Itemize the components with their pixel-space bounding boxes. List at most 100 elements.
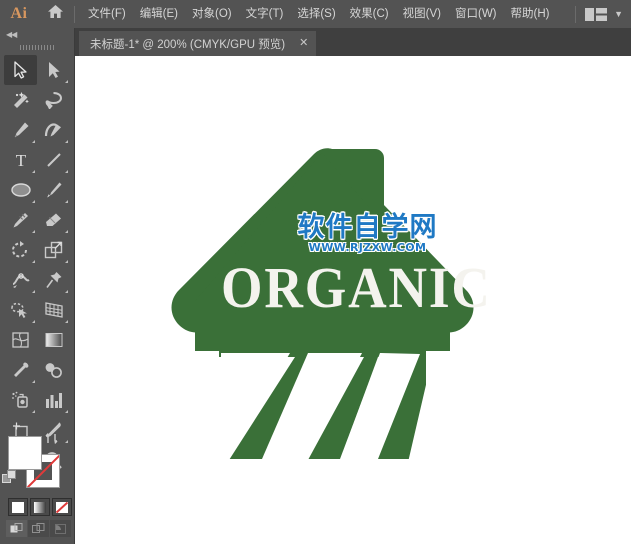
menu-bar: Ai 文件(F) 编辑(E) 对象(O) 文字(T) 选择(S) 效果(C) 视… [0, 0, 631, 28]
organic-house-logo-artwork[interactable]: ORGANIC [150, 141, 495, 486]
tool-group-indicator [65, 320, 68, 323]
tool-group-indicator [65, 290, 68, 293]
perspective-grid-tool[interactable] [37, 295, 70, 325]
tool-group-indicator [32, 200, 35, 203]
mesh-icon [11, 331, 30, 349]
illustrator-window: Ai 文件(F) 编辑(E) 对象(O) 文字(T) 选择(S) 效果(C) 视… [0, 0, 631, 544]
blend-tool[interactable] [37, 355, 70, 385]
eraser-icon [44, 211, 63, 229]
rotate-tool[interactable] [4, 235, 37, 265]
arrow-solid-outline-icon [13, 61, 29, 79]
swap-fill-stroke-icon[interactable] [45, 432, 58, 448]
organic-wordmark: ORGANIC [221, 259, 428, 317]
fill-swatch[interactable] [8, 436, 42, 470]
mesh-tool[interactable] [4, 325, 37, 355]
menu-file[interactable]: 文件(F) [81, 0, 133, 28]
lasso-icon [44, 91, 63, 109]
tool-group-indicator [32, 170, 35, 173]
document-tab-bar: 未标题-1* @ 200% (CMYK/GPU 预览) ✕ [75, 28, 631, 56]
gradient-icon [44, 332, 64, 348]
pen-icon [12, 121, 30, 139]
selection-tool[interactable] [4, 55, 37, 85]
draw-behind-button[interactable] [28, 520, 49, 537]
menu-select[interactable]: 选择(S) [290, 0, 342, 28]
scale-tool[interactable] [37, 235, 70, 265]
gradient-icon [34, 502, 46, 513]
tool-group-indicator [65, 80, 68, 83]
shaper-blob-brush-tool[interactable] [4, 205, 37, 235]
ellipse-tool[interactable] [4, 175, 37, 205]
paintbrush-tool[interactable] [37, 175, 70, 205]
home-icon [47, 4, 64, 24]
blob-brush-icon [11, 211, 31, 229]
width-tool[interactable] [4, 265, 37, 295]
tool-group-indicator [65, 230, 68, 233]
arrow-solid-icon [47, 61, 61, 79]
curvature-icon [44, 121, 63, 139]
gradient-tool[interactable] [37, 325, 70, 355]
menu-edit[interactable]: 编辑(E) [133, 0, 185, 28]
document-tab[interactable]: 未标题-1* @ 200% (CMYK/GPU 预览) ✕ [79, 31, 316, 56]
magic-wand-tool[interactable] [4, 85, 37, 115]
tool-group-indicator [65, 410, 68, 413]
menu-type[interactable]: 文字(T) [239, 0, 291, 28]
tool-group-indicator [32, 140, 35, 143]
shape-builder-tool[interactable] [4, 295, 37, 325]
symbol-sprayer-tool[interactable] [4, 385, 37, 415]
fill-stroke-controls [0, 428, 74, 498]
color-mode-buttons [8, 498, 72, 516]
type-tool[interactable]: T [4, 145, 37, 175]
app-logo: Ai [0, 0, 38, 28]
tool-group-indicator [65, 140, 68, 143]
draw-normal-button[interactable] [6, 520, 27, 537]
color-mode-button[interactable] [8, 498, 28, 516]
gradient-mode-button[interactable] [30, 498, 50, 516]
line-segment-tool[interactable] [37, 145, 70, 175]
drawing-mode-buttons [6, 520, 71, 537]
tool-group-indicator [32, 230, 35, 233]
draw-inside-icon [54, 523, 67, 535]
draw-inside-button[interactable] [50, 520, 71, 537]
tools-panel: ◀◀ [0, 28, 75, 544]
draw-behind-icon [32, 523, 45, 535]
chevron-down-icon[interactable]: ▼ [614, 9, 623, 19]
tool-group-indicator [65, 200, 68, 203]
menu-window[interactable]: 窗口(W) [448, 0, 504, 28]
document-tab-title: 未标题-1* @ 200% (CMYK/GPU 预览) [90, 36, 285, 52]
free-transform-tool[interactable] [37, 265, 70, 295]
default-fill-stroke-icon[interactable] [2, 470, 17, 490]
tool-group-indicator [32, 410, 35, 413]
tool-grid: T [4, 55, 70, 475]
tool-group-indicator [65, 170, 68, 173]
tool-group-indicator [65, 260, 68, 263]
menu-object[interactable]: 对象(O) [185, 0, 239, 28]
draw-normal-icon [10, 523, 23, 535]
tool-group-indicator [32, 320, 35, 323]
perspective-grid-icon [44, 301, 64, 319]
rotate-icon [11, 241, 30, 259]
home-button[interactable] [38, 0, 72, 28]
none-mode-button[interactable] [52, 498, 72, 516]
pushpin-icon [45, 271, 63, 289]
solid-color-icon [12, 502, 24, 513]
menu-help[interactable]: 帮助(H) [504, 0, 557, 28]
pen-tool[interactable] [4, 115, 37, 145]
menu-effect[interactable]: 效果(C) [343, 0, 396, 28]
curvature-tool[interactable] [37, 115, 70, 145]
ellipse-icon [10, 182, 32, 198]
column-graph-tool[interactable] [37, 385, 70, 415]
eyedropper-tool[interactable] [4, 355, 37, 385]
close-icon[interactable]: ✕ [299, 38, 308, 49]
eyedropper-icon [12, 361, 30, 379]
workspace-divider [575, 6, 576, 23]
type-T-icon: T [13, 151, 29, 169]
lasso-tool[interactable] [37, 85, 70, 115]
panel-drag-handle[interactable] [0, 41, 74, 53]
workspace-switcher[interactable]: ▼ [575, 0, 627, 28]
collapse-panel-button[interactable]: ◀◀ [0, 28, 74, 41]
eraser-tool[interactable] [37, 205, 70, 235]
direct-selection-tool[interactable] [37, 55, 70, 85]
menu-divider [74, 6, 75, 23]
menu-view[interactable]: 视图(V) [396, 0, 448, 28]
document-canvas[interactable]: ORGANIC 软件自学网 WWW.RJZXW.COM [75, 56, 631, 544]
